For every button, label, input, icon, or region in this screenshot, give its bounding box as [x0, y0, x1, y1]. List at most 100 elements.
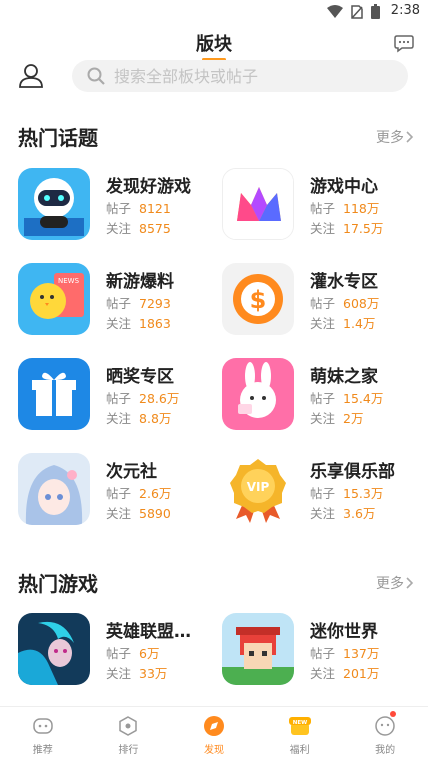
posts-stat: 帖子 118万	[310, 198, 379, 217]
follows-stat: 关注 33万	[106, 663, 167, 682]
posts-label: 帖子	[310, 201, 336, 216]
topic-card[interactable]: VIP 乐享俱乐部 帖子 15.3万 关注 3.6万	[222, 453, 422, 533]
topic-name: 新游爆料	[106, 272, 174, 292]
follows-label: 关注	[106, 506, 132, 521]
svg-text:NEWS: NEWS	[58, 277, 80, 285]
topic-card[interactable]: 晒奖专区 帖子 28.6万 关注 8.8万	[18, 358, 218, 438]
follows-count: 2万	[343, 411, 364, 426]
topic-name: 晒奖专区	[106, 367, 174, 387]
posts-stat: 帖子 8121	[106, 198, 171, 217]
lol-hero-icon	[18, 613, 90, 685]
top-header: 版块	[0, 24, 428, 64]
status-icons	[327, 4, 380, 19]
posts-stat: 帖子 15.3万	[310, 483, 383, 502]
follows-count: 1863	[139, 316, 171, 331]
tab-label: 推荐	[32, 745, 53, 756]
status-bar: 2:38	[0, 0, 428, 24]
tab-label: 发现	[203, 745, 224, 756]
mini-world-icon	[222, 613, 294, 685]
posts-count: 118万	[343, 201, 380, 216]
tab-welfare[interactable]: NEW 福利	[257, 707, 343, 762]
tab-ranking[interactable]: 排行	[86, 707, 172, 762]
hot-games-title: 热门游戏	[18, 572, 98, 596]
svg-text:VIP: VIP	[247, 480, 270, 494]
follows-stat: 关注 3.6万	[310, 503, 375, 522]
topic-name: 萌妹之家	[310, 367, 378, 387]
follows-stat: 关注 8.8万	[106, 408, 171, 427]
posts-count: 6万	[139, 646, 160, 661]
compass-icon	[203, 715, 225, 741]
posts-count: 2.6万	[139, 486, 172, 501]
topic-name: 乐享俱乐部	[310, 462, 395, 482]
follows-label: 关注	[106, 316, 132, 331]
follows-count: 3.6万	[343, 506, 376, 521]
posts-stat: 帖子 137万	[310, 643, 379, 662]
vip-medal-icon: VIP	[222, 453, 294, 525]
tab-me[interactable]: 我的	[342, 707, 428, 762]
gift-new-icon: NEW	[288, 715, 312, 741]
message-icon[interactable]	[394, 33, 414, 57]
search-icon	[86, 66, 106, 90]
robot-mascot-icon	[18, 168, 90, 240]
posts-count: 7293	[139, 296, 171, 311]
follows-stat: 关注 201万	[310, 663, 379, 682]
chevron-right-icon	[406, 577, 414, 589]
posts-count: 8121	[139, 201, 171, 216]
follows-label: 关注	[106, 221, 132, 236]
gamepad-face-icon	[32, 715, 54, 741]
gift-icon	[18, 358, 90, 430]
posts-stat: 帖子 2.6万	[106, 483, 171, 502]
posts-count: 28.6万	[139, 391, 180, 406]
bottom-tab-bar: 推荐 排行 发现 NEW 福利 我的	[0, 706, 428, 762]
profile-face-icon	[374, 715, 396, 741]
follows-label: 关注	[106, 666, 132, 681]
game-name: 英雄联盟…	[106, 622, 191, 642]
chick-news-icon: NEWS	[18, 263, 90, 335]
posts-label: 帖子	[106, 201, 132, 216]
topic-name: 发现好游戏	[106, 177, 191, 197]
tab-discover[interactable]: 发现	[171, 707, 257, 762]
posts-stat: 帖子 608万	[310, 293, 379, 312]
topic-card[interactable]: $ 灌水专区 帖子 608万 关注 1.4万	[222, 263, 422, 343]
topic-card[interactable]: 游戏中心 帖子 118万 关注 17.5万	[222, 168, 422, 248]
tab-label: 我的	[375, 745, 396, 756]
hot-topics-more-link[interactable]: 更多	[376, 127, 414, 147]
anime-girl-icon	[18, 453, 90, 525]
game-card[interactable]: 英雄联盟… 帖子 6万 关注 33万	[18, 613, 218, 693]
follows-label: 关注	[310, 666, 336, 681]
more-label: 更多	[376, 576, 404, 592]
follows-label: 关注	[310, 221, 336, 236]
follows-label: 关注	[310, 506, 336, 521]
svg-text:$: $	[250, 286, 267, 314]
hot-topics-title: 热门话题	[18, 126, 98, 150]
tab-label: 福利	[289, 745, 310, 756]
follows-count: 17.5万	[343, 221, 384, 236]
posts-count: 15.3万	[343, 486, 384, 501]
hot-games-more-link[interactable]: 更多	[376, 573, 414, 593]
topic-card[interactable]: NEWS 新游爆料 帖子 7293 关注 1863	[18, 263, 218, 343]
more-label: 更多	[376, 130, 404, 146]
topic-name: 游戏中心	[310, 177, 378, 197]
follows-label: 关注	[310, 411, 336, 426]
posts-stat: 帖子 7293	[106, 293, 171, 312]
topic-card[interactable]: 萌妹之家 帖子 15.4万 关注 2万	[222, 358, 422, 438]
posts-label: 帖子	[310, 646, 336, 661]
tab-label: 排行	[118, 745, 139, 756]
posts-count: 608万	[343, 296, 380, 311]
tab-recommend[interactable]: 推荐	[0, 707, 86, 762]
game-name: 迷你世界	[310, 622, 378, 642]
follows-count: 1.4万	[343, 316, 376, 331]
posts-label: 帖子	[106, 391, 132, 406]
crown-icon	[222, 168, 294, 240]
search-input[interactable]	[114, 60, 394, 92]
game-card[interactable]: 迷你世界 帖子 137万 关注 201万	[222, 613, 422, 693]
topic-card[interactable]: 发现好游戏 帖子 8121 关注 8575	[18, 168, 218, 248]
search-bar[interactable]	[72, 60, 408, 92]
posts-count: 137万	[343, 646, 380, 661]
user-icon[interactable]	[18, 62, 44, 92]
posts-count: 15.4万	[343, 391, 384, 406]
follows-count: 8575	[139, 221, 171, 236]
topic-card[interactable]: 次元社 帖子 2.6万 关注 5890	[18, 453, 218, 533]
topic-name: 灌水专区	[310, 272, 378, 292]
battery-icon	[371, 4, 380, 19]
